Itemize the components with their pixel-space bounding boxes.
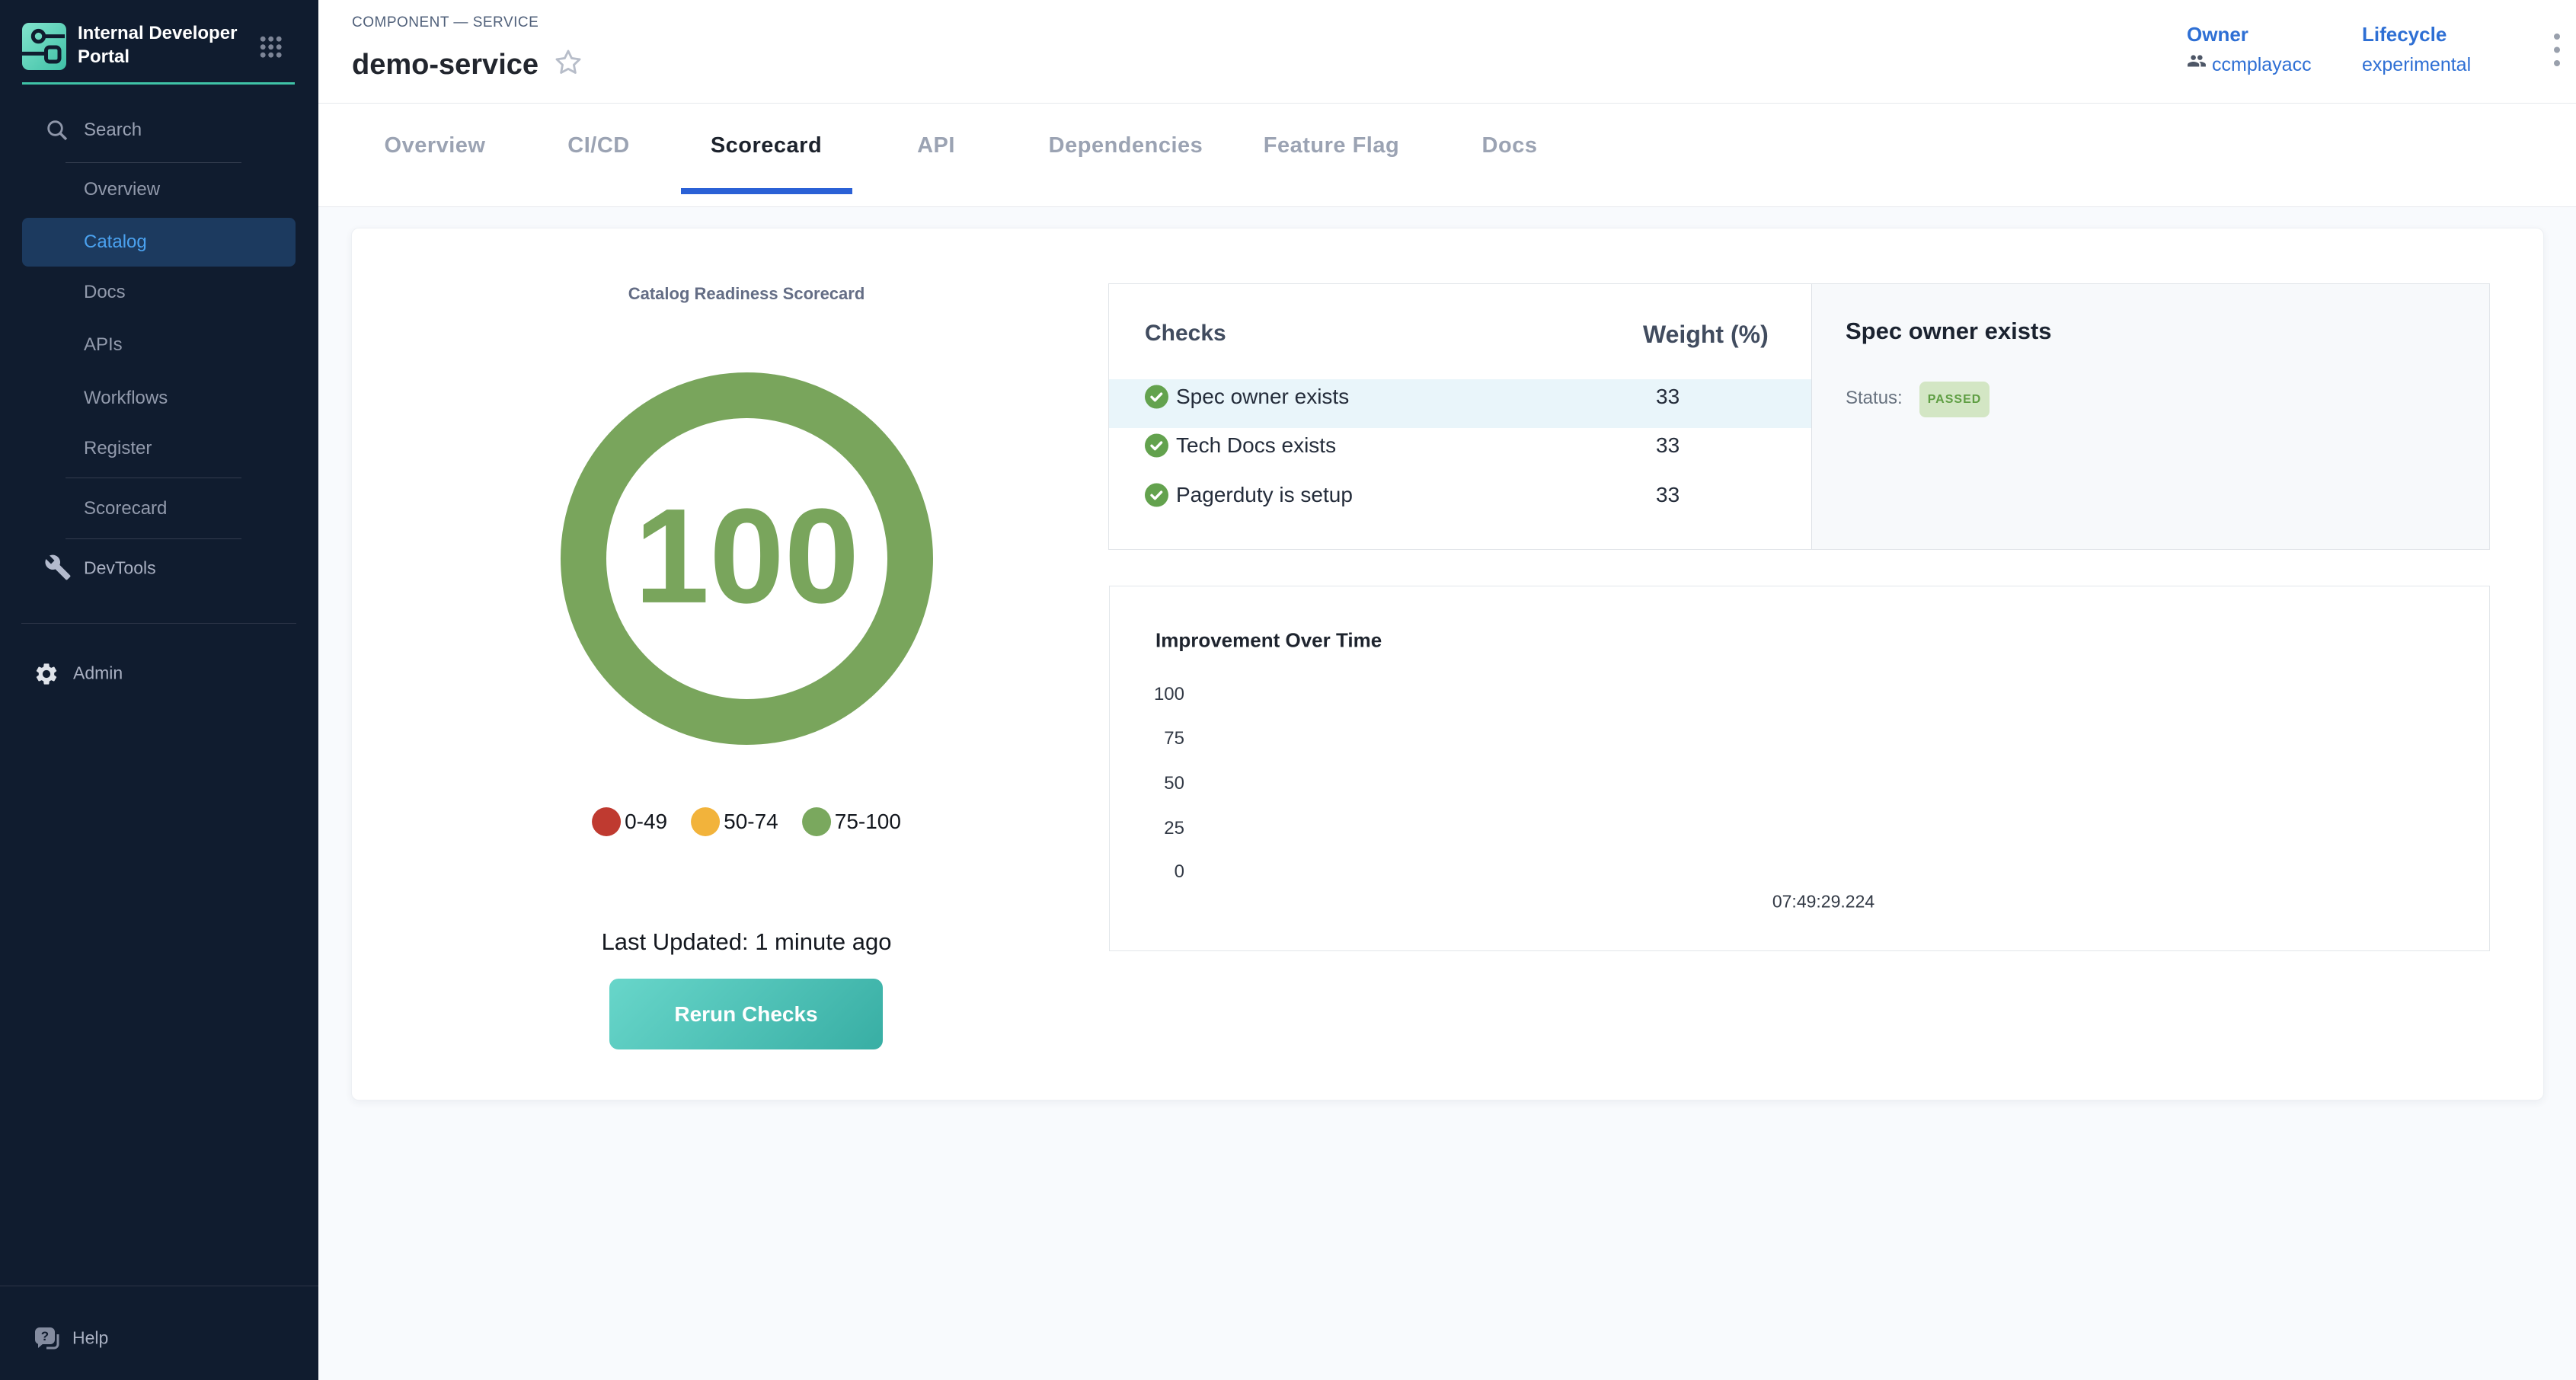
svg-text:?: ? [41, 1329, 49, 1343]
